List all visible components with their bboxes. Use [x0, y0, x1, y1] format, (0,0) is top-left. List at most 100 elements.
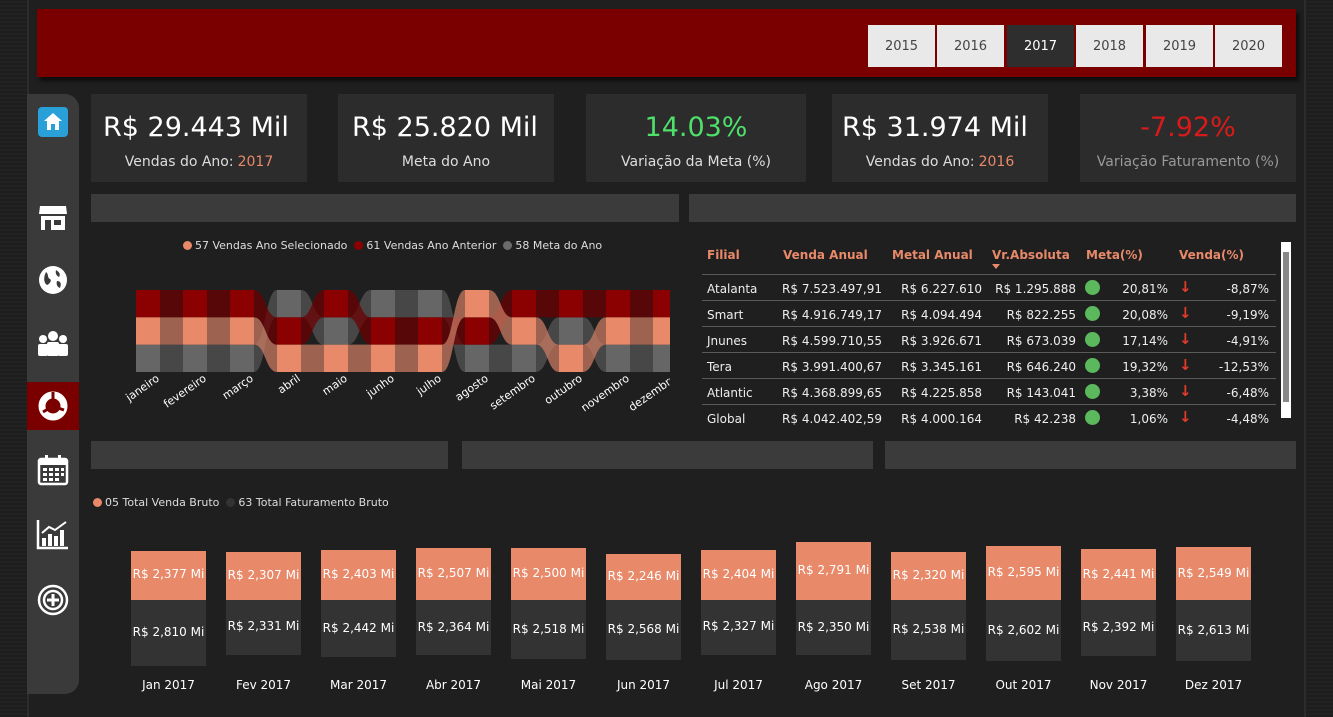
bar-venda-bruto-label: R$ 2,307 Mi [227, 568, 300, 583]
ribbon-segment[interactable] [136, 290, 160, 318]
bar-legend-item[interactable]: 05 Total Venda Bruto [93, 496, 219, 509]
year-button-2019[interactable]: 2019 [1146, 25, 1213, 67]
ribbon-segment[interactable] [418, 344, 442, 372]
ribbon-segment[interactable] [465, 317, 489, 345]
year-button-2020[interactable]: 2020 [1215, 25, 1282, 67]
table-row[interactable]: Global R$ 4.042.402,59 R$ 4.000.164 R$ 42.2… [702, 404, 1276, 430]
table-row[interactable]: Tera R$ 3.991.400,67 R$ 3.345.161 R$ 646.24… [702, 352, 1276, 378]
bar-venda-bruto-label: R$ 2,500 Mi [512, 566, 585, 581]
ribbon-segment[interactable] [136, 317, 160, 345]
ribbon-segment[interactable] [653, 317, 670, 345]
kpi-goal-year: R$ 25.820 Mil Meta do Ano [338, 94, 554, 182]
cell-venda-anual: R$ 4.916.749,17 [782, 308, 882, 322]
nav-stores[interactable] [27, 196, 79, 240]
legend-dot-icon [226, 498, 236, 507]
ribbon-segment[interactable] [512, 344, 536, 372]
year-button-2017[interactable]: 2017 [1007, 25, 1074, 67]
ribbon-segment[interactable] [606, 317, 630, 345]
ribbon-segment[interactable] [183, 317, 207, 345]
nav-regions[interactable] [27, 258, 79, 302]
arrow-down-icon: ↓ [1179, 382, 1192, 400]
kpi-sales-prev-label: Vendas do Ano: 2016 [832, 154, 1048, 170]
nav-home[interactable] [27, 100, 79, 144]
table-row[interactable]: Jnunes R$ 4.599.710,55 R$ 3.926.671 R$ 673.… [702, 326, 1276, 352]
status-green-icon [1085, 332, 1100, 347]
ribbon-segment[interactable] [371, 344, 395, 372]
th-venda-anual[interactable]: Venda Anual [783, 248, 868, 262]
nav-calendar[interactable] [27, 448, 79, 492]
table-row[interactable]: Atalanta R$ 7.523.497,91 R$ 6.227.610 R$ 1.… [702, 274, 1276, 300]
ribbon-band [630, 317, 653, 345]
nav-performance[interactable] [27, 512, 79, 556]
year-button-2016[interactable]: 2016 [937, 25, 1004, 67]
ribbon-segment[interactable] [653, 290, 670, 318]
ribbon-segment[interactable] [324, 317, 348, 345]
ribbon-segment[interactable] [653, 344, 670, 372]
th-meta-anual[interactable]: Metal Anual [892, 248, 973, 262]
table-row[interactable]: Smart R$ 4.916.749,17 R$ 4.094.494 R$ 822.2… [702, 300, 1276, 326]
ribbon-month-label: julho [413, 372, 443, 399]
store-icon [39, 206, 67, 230]
ribbon-segment[interactable] [183, 344, 207, 372]
nav-goals[interactable] [27, 578, 79, 622]
nav-team[interactable] [27, 322, 79, 366]
year-button-2015[interactable]: 2015 [868, 25, 935, 67]
cell-venda-anual: R$ 4.599.710,55 [782, 334, 882, 348]
bar-legend-item[interactable]: 63 Total Faturamento Bruto [226, 496, 389, 509]
ribbon-segment[interactable] [324, 290, 348, 318]
table-scrollbar[interactable] [1281, 242, 1291, 418]
year-button-2018[interactable]: 2018 [1076, 25, 1143, 67]
ribbon-segment[interactable] [606, 344, 630, 372]
th-filial[interactable]: Filial [707, 248, 740, 262]
bar-faturamento-bruto-label: R$ 2,810 Mi [132, 624, 205, 639]
ribbon-segment[interactable] [371, 290, 395, 318]
ribbon-segment[interactable] [465, 290, 489, 318]
ribbon-chart[interactable]: janeiro fevereiro março abril maio junho julho… [100, 280, 670, 430]
sidebar-nav [27, 94, 79, 694]
ribbon-segment[interactable] [136, 344, 160, 372]
ribbon-legend-item[interactable]: 58 Meta do Ano [503, 239, 602, 252]
th-vr-absoluta[interactable]: Vr.Absoluta [992, 248, 1070, 269]
donut-chart-icon [38, 391, 68, 421]
ribbon-band [207, 344, 230, 372]
ribbon-segment[interactable] [512, 317, 536, 345]
table-scrollbar-thumb[interactable] [1283, 252, 1289, 402]
section-strip-left [91, 194, 679, 222]
ribbon-segment[interactable] [230, 290, 254, 318]
ribbon-segment[interactable] [512, 290, 536, 318]
ribbon-segment[interactable] [230, 344, 254, 372]
bar-faturamento-bruto-label: R$ 2,518 Mi [512, 621, 585, 636]
section-strip-bottom-2 [462, 441, 873, 469]
ribbon-segment[interactable] [465, 344, 489, 372]
ribbon-month-label: agosto [453, 372, 491, 404]
table-row[interactable]: Atlantic R$ 4.368.899,65 R$ 4.225.858 R$ 14… [702, 378, 1276, 404]
ribbon-legend-item[interactable]: 57 Vendas Ano Selecionado [183, 239, 347, 252]
status-green-icon [1085, 410, 1100, 425]
ribbon-segment[interactable] [277, 290, 301, 318]
kpi-sales-prev: R$ 31.974 Mil Vendas do Ano: 2016 [832, 94, 1048, 182]
th-venda-pct[interactable]: Venda(%) [1179, 248, 1244, 262]
ribbon-segment[interactable] [606, 290, 630, 318]
ribbon-segment[interactable] [559, 290, 583, 318]
ribbon-segment[interactable] [183, 290, 207, 318]
x-axis-tick-label: Dez 2017 [1184, 678, 1243, 692]
ribbon-legend-item[interactable]: 61 Vendas Ano Anterior [354, 239, 496, 252]
ribbon-segment[interactable] [324, 344, 348, 372]
ribbon-segment[interactable] [559, 344, 583, 372]
ribbon-segment[interactable] [277, 317, 301, 345]
ribbon-segment[interactable] [418, 317, 442, 345]
target-icon [37, 584, 69, 616]
th-meta-pct[interactable]: Meta(%) [1086, 248, 1143, 262]
bar-faturamento-bruto-label: R$ 2,331 Mi [227, 619, 300, 634]
ribbon-segment[interactable] [371, 317, 395, 345]
ribbon-month-label: janeiro [123, 372, 162, 405]
ribbon-segment[interactable] [559, 317, 583, 345]
nav-analysis[interactable] [27, 382, 79, 430]
ribbon-segment[interactable] [418, 290, 442, 318]
globe-icon [39, 266, 67, 294]
ribbon-segment[interactable] [230, 317, 254, 345]
kpi-sales-prev-value: R$ 31.974 Mil [842, 112, 1028, 143]
ribbon-segment[interactable] [277, 344, 301, 372]
bar-faturamento-bruto-label: R$ 2,350 Mi [797, 619, 870, 634]
cell-venda-pct: -4,91% [1226, 334, 1269, 348]
